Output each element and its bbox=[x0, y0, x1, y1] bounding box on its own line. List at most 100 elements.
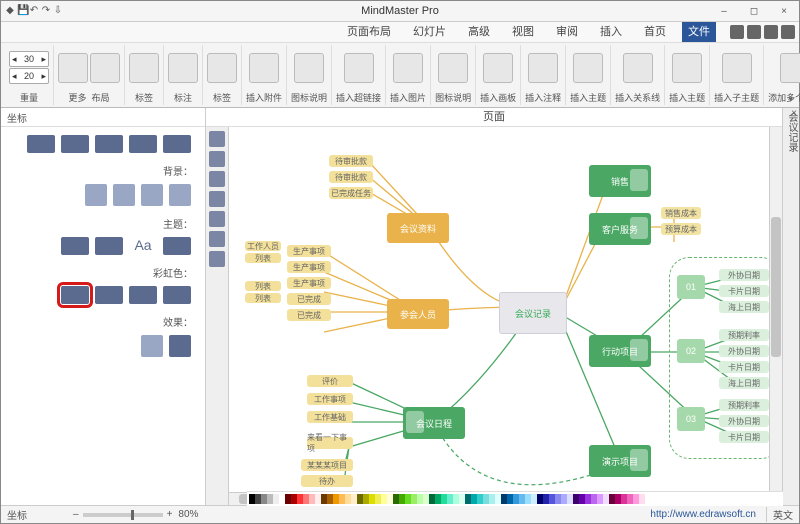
tiny-5[interactable]: 生产事项 bbox=[287, 261, 331, 273]
bg-opt-2[interactable] bbox=[113, 184, 135, 206]
tab-slideshow[interactable]: 幻灯片 bbox=[407, 22, 452, 42]
tiny-10[interactable]: 列表 bbox=[245, 253, 281, 263]
effect-opt-1[interactable] bbox=[141, 335, 163, 357]
theme-opt-1[interactable] bbox=[61, 237, 89, 255]
window-min[interactable]: – bbox=[709, 1, 739, 21]
tiny-19[interactable]: 销售成本 bbox=[661, 207, 701, 219]
tab-insert[interactable]: 插入 bbox=[594, 22, 628, 42]
tiny-8[interactable]: 已完成 bbox=[287, 309, 331, 321]
tiny-7[interactable]: 已完成 bbox=[287, 293, 331, 305]
node-service[interactable]: 客户服务 bbox=[589, 213, 651, 245]
export-icon[interactable]: ⇩ bbox=[53, 6, 63, 16]
tab-file[interactable]: 文件 bbox=[682, 22, 716, 42]
tool-marker[interactable] bbox=[209, 211, 225, 227]
insert-label[interactable] bbox=[207, 53, 237, 83]
rainbow-opt-2[interactable] bbox=[95, 286, 123, 304]
tiny-26[interactable]: 卡片日期 bbox=[719, 361, 769, 373]
layout-opt-1[interactable] bbox=[27, 135, 55, 153]
status-lang[interactable]: 英文 bbox=[766, 507, 799, 522]
insert-picture[interactable] bbox=[393, 53, 423, 83]
quick-2[interactable] bbox=[747, 25, 761, 39]
insert-note[interactable] bbox=[528, 53, 558, 83]
tool-pencil[interactable] bbox=[209, 231, 225, 247]
insert-attachment[interactable] bbox=[249, 53, 279, 83]
tool-pointer[interactable] bbox=[209, 131, 225, 147]
tool-star[interactable] bbox=[209, 171, 225, 187]
tiny-12[interactable]: 列表 bbox=[245, 293, 281, 303]
node-action[interactable]: 行动项目 bbox=[589, 335, 651, 367]
layout-opt-4[interactable] bbox=[129, 135, 157, 153]
tiny-30[interactable]: 卡片日期 bbox=[719, 431, 769, 443]
mindmap-canvas[interactable]: 会议记录 销售 客户服务 行动项目 演示项目 会议日程 会议资料 参会人员 待审… bbox=[229, 127, 770, 493]
insert-topic[interactable] bbox=[573, 53, 603, 83]
scroll-vertical[interactable] bbox=[769, 127, 782, 493]
rainbow-opt-1[interactable] bbox=[61, 286, 89, 304]
layout-opt-5[interactable] bbox=[163, 135, 191, 153]
theme-opt-2[interactable] bbox=[95, 237, 123, 255]
tiny-20[interactable]: 预算成本 bbox=[661, 223, 701, 235]
redo-icon[interactable]: ↷ bbox=[41, 6, 51, 16]
tiny-16[interactable]: 来看一下事项 bbox=[307, 437, 353, 449]
tiny-29[interactable]: 外协日期 bbox=[719, 415, 769, 427]
tiny-15[interactable]: 工作基础 bbox=[307, 411, 353, 423]
node-materials[interactable]: 会议资料 bbox=[387, 213, 449, 243]
tool-text[interactable] bbox=[209, 251, 225, 267]
height-stepper[interactable]: ◂20▸ bbox=[9, 68, 49, 84]
tiny-25[interactable]: 外协日期 bbox=[719, 345, 769, 357]
tab-advanced[interactable]: 高级 bbox=[462, 22, 496, 42]
tiny-4[interactable]: 生产事项 bbox=[287, 245, 331, 257]
tiny-28[interactable]: 预期利率 bbox=[719, 399, 769, 411]
insert-legend[interactable] bbox=[294, 53, 324, 83]
insert-relation[interactable] bbox=[623, 53, 653, 83]
zoom-in[interactable]: + bbox=[167, 509, 173, 520]
rainbow-opt-3[interactable] bbox=[129, 286, 157, 304]
insert-canvas[interactable] bbox=[483, 53, 513, 83]
tab-view[interactable]: 视图 bbox=[506, 22, 540, 42]
insert-tag[interactable] bbox=[129, 53, 159, 83]
swatch[interactable] bbox=[639, 494, 645, 504]
quick-1[interactable] bbox=[730, 25, 744, 39]
tiny-2[interactable]: 待审批款 bbox=[329, 171, 373, 183]
tiny-18[interactable]: 待办 bbox=[301, 475, 353, 487]
tab-home[interactable]: 首页 bbox=[638, 22, 672, 42]
tiny-11[interactable]: 列表 bbox=[245, 281, 281, 291]
tiny-1[interactable]: 待审批款 bbox=[329, 155, 373, 167]
more-styles[interactable] bbox=[58, 53, 88, 83]
insert-legend2[interactable] bbox=[438, 53, 468, 83]
width-stepper[interactable]: ◂30▸ bbox=[9, 51, 49, 67]
cloud-sub-2[interactable]: 02 bbox=[677, 339, 705, 363]
tab-review[interactable]: 审阅 bbox=[550, 22, 584, 42]
node-sales[interactable]: 销售 bbox=[589, 165, 651, 197]
undo-icon[interactable]: ↶ bbox=[29, 6, 39, 16]
insert-hyperlink[interactable] bbox=[344, 53, 374, 83]
bg-opt-4[interactable] bbox=[169, 184, 191, 206]
tiny-21[interactable]: 外协日期 bbox=[719, 269, 769, 281]
effect-opt-2[interactable] bbox=[169, 335, 191, 357]
tiny-9[interactable]: 工作人员 bbox=[245, 241, 281, 251]
scroll-thumb-v[interactable] bbox=[771, 217, 781, 357]
tab-pagelayout[interactable]: 页面布局 bbox=[341, 22, 397, 42]
quick-4[interactable] bbox=[781, 25, 795, 39]
tool-flag[interactable] bbox=[209, 191, 225, 207]
layout-opt-3[interactable] bbox=[95, 135, 123, 153]
ribbon-collapse-icon[interactable]: ▾ bbox=[788, 94, 793, 105]
node-agenda[interactable]: 会议日程 bbox=[403, 407, 465, 439]
bg-opt-3[interactable] bbox=[141, 184, 163, 206]
save-icon[interactable]: 💾 bbox=[17, 6, 27, 16]
canvas-tab[interactable]: 页面 bbox=[206, 108, 782, 127]
cloud-sub-3[interactable]: 03 bbox=[677, 407, 705, 431]
node-demo[interactable]: 演示项目 bbox=[589, 445, 651, 477]
tiny-22[interactable]: 卡片日期 bbox=[719, 285, 769, 297]
tool-shape[interactable] bbox=[209, 151, 225, 167]
tiny-13[interactable]: 评价 bbox=[307, 375, 353, 387]
tiny-23[interactable]: 海上日期 bbox=[719, 301, 769, 313]
layout-opt-2[interactable] bbox=[61, 135, 89, 153]
insert-topic2[interactable] bbox=[672, 53, 702, 83]
bg-opt-1[interactable] bbox=[85, 184, 107, 206]
insert-callout[interactable] bbox=[168, 53, 198, 83]
layout[interactable] bbox=[90, 53, 120, 83]
node-center[interactable]: 会议记录 bbox=[499, 292, 567, 334]
tiny-14[interactable]: 工作事项 bbox=[307, 393, 353, 405]
cloud-sub-1[interactable]: 01 bbox=[677, 275, 705, 299]
font-opt[interactable]: Aa bbox=[129, 237, 157, 255]
